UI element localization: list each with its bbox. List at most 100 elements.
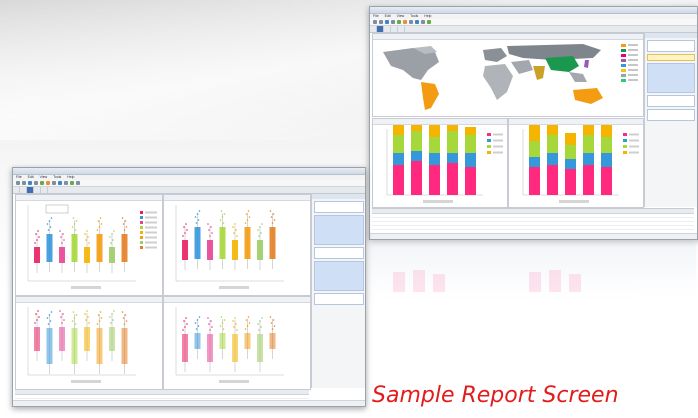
boxplot-point [220,316,223,318]
tab-2[interactable] [20,187,27,193]
boxplot-box [257,334,263,362]
stacked-bar-segment [583,135,594,153]
stacked-bar-segment [447,131,458,153]
zoom-icon[interactable] [415,20,419,24]
boxplot-point [259,320,261,322]
boxplot-box [244,227,251,259]
boxplot-point [273,325,276,327]
table-icon[interactable] [46,181,50,185]
menu-file[interactable]: File [373,14,379,18]
boxplot-point [233,232,235,234]
side-filter-box[interactable] [647,40,695,52]
window-titlebar [13,168,365,175]
settings-icon[interactable] [427,20,431,24]
boxplot-point [99,311,102,313]
tab-1[interactable] [370,26,377,32]
boxplot-point [258,235,260,237]
menu-file[interactable]: File [16,175,22,179]
boxplot-box [194,227,201,259]
boxplot-point [246,325,249,327]
menu-tools[interactable]: Tools [53,175,61,179]
boxplot-point [245,319,248,321]
menu-help[interactable]: Help [67,175,74,179]
side-highlight-box[interactable] [647,54,695,61]
export-icon[interactable] [64,181,68,185]
side-filter-box[interactable] [314,201,364,213]
stacked-bar-segment [429,125,440,137]
side-filter-box-2[interactable] [314,247,364,259]
menu-tools[interactable]: Tools [410,14,418,18]
boxplot-point [208,229,210,231]
side-filter-box-3[interactable] [647,109,695,121]
boxplot-point [222,222,225,224]
save-icon[interactable] [22,181,26,185]
boxplot-chart-4[interactable] [164,303,310,389]
export-icon[interactable] [421,20,425,24]
filter-icon[interactable] [409,20,413,24]
tab-3[interactable] [384,26,391,32]
boxplot-point [196,213,199,215]
boxplot-point [124,220,127,222]
print-icon[interactable] [34,181,38,185]
table-row[interactable] [372,226,694,230]
boxplot-point [124,314,127,316]
tab-4[interactable] [34,187,41,193]
boxplot-point [236,329,238,331]
tab-5[interactable] [41,187,48,193]
legend-swatch [140,221,143,224]
boxplot-point [112,239,114,241]
report-tabs [13,187,365,194]
boxplot-point [113,230,115,232]
boxplot-point [111,313,113,315]
boxplot-chart-2[interactable] [164,201,310,295]
filter-icon[interactable] [52,181,56,185]
menu-help[interactable]: Help [424,14,431,18]
side-selection-list[interactable] [314,215,364,245]
boxplot-point [72,311,75,313]
boxplot-point [271,328,274,330]
save-icon[interactable] [379,20,383,24]
side-panel-header [312,194,365,199]
open-icon[interactable] [16,181,20,185]
boxplot-point [259,226,261,228]
menu-edit[interactable]: Edit [28,175,34,179]
menu-view[interactable]: View [397,14,405,18]
side-selection-list[interactable] [647,63,695,93]
boxplot-point [37,310,39,312]
print-icon[interactable] [391,20,395,24]
side-selection-list-2[interactable] [314,261,364,291]
side-filter-box-2[interactable] [647,95,695,107]
boxplot-point [61,242,63,244]
legend-swatch [140,241,143,244]
tab-1[interactable] [13,187,20,193]
menu-edit[interactable]: Edit [385,14,391,18]
side-filter-box-3[interactable] [314,293,364,305]
boxplot-point [234,223,236,225]
tab-2[interactable] [377,26,384,32]
boxplot-point [34,322,36,324]
world-map[interactable] [373,40,643,116]
tab-4[interactable] [391,26,398,32]
help-icon[interactable] [76,181,80,185]
stacked-bar-chart-right[interactable] [509,119,643,207]
report-screenshot-map: File Edit View Tools Help [369,6,698,240]
boxplot-point [194,322,197,324]
chart-icon[interactable] [397,20,401,24]
tab-3[interactable] [27,187,34,193]
zoom-icon[interactable] [58,181,62,185]
boxplot-chart-3[interactable] [16,303,162,389]
stacked-bar-segment [583,165,594,195]
tab-5[interactable] [398,26,405,32]
chart-icon[interactable] [40,181,44,185]
status-bar [370,233,697,239]
open-icon[interactable] [373,20,377,24]
boxplot-chart-1[interactable] [16,201,162,295]
refresh-icon[interactable] [28,181,32,185]
refresh-icon[interactable] [385,20,389,24]
window-titlebar [370,7,697,14]
table-icon[interactable] [403,20,407,24]
stacked-bar-chart-left[interactable] [373,119,507,207]
settings-icon[interactable] [70,181,74,185]
menu-view[interactable]: View [40,175,48,179]
boxplot-point [125,320,128,322]
